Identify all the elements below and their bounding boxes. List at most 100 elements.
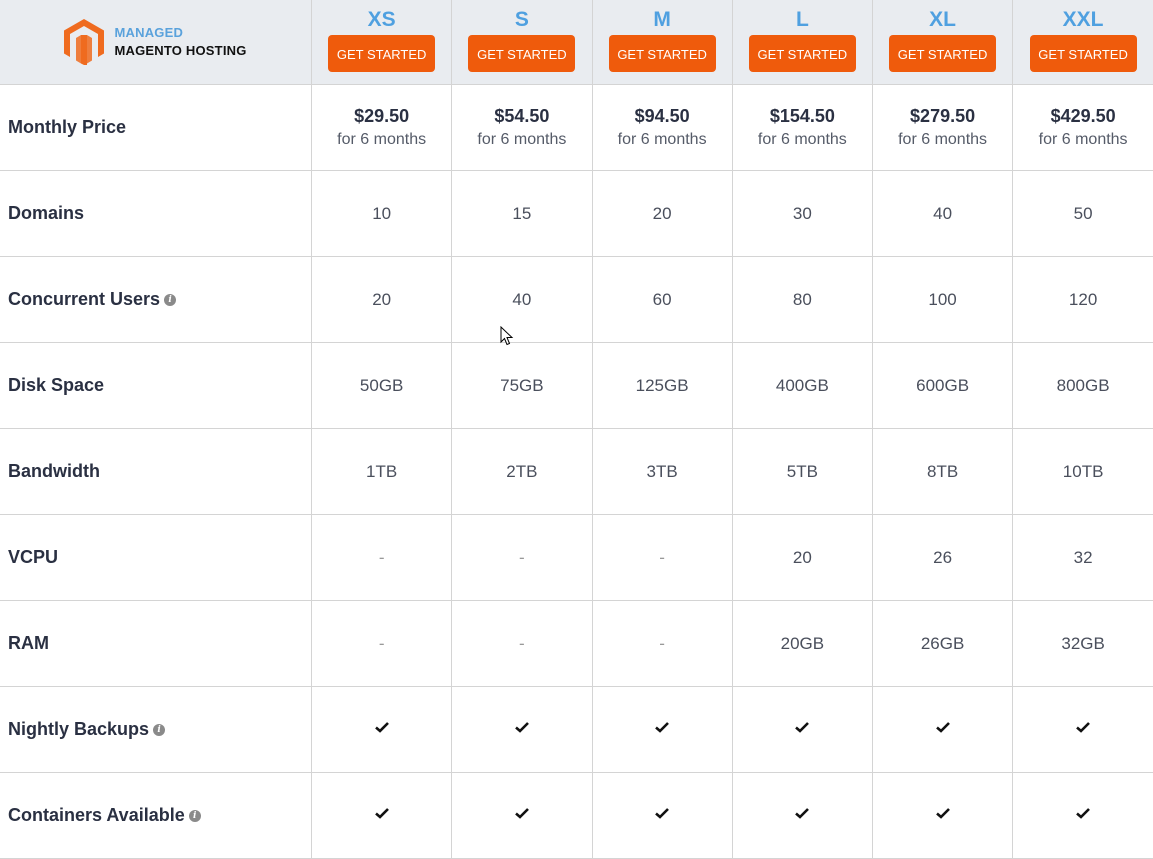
cell-ram-xs: - (311, 600, 453, 687)
cell-containers-s (451, 772, 593, 859)
cell-value: 40 (512, 289, 532, 309)
cell-vcpu-l: 20 (732, 514, 873, 601)
cell-value: 2TB (506, 461, 538, 481)
cell-backups-xl (872, 686, 1014, 773)
row-label-cell: Domains (0, 170, 313, 257)
cell-value: - (659, 547, 665, 567)
table-row-vcpu: VCPU - - - 20 26 32 (0, 514, 1153, 601)
magento-logo-icon (64, 19, 105, 65)
check-icon (935, 808, 950, 819)
cell-price-s: $54.50 for 6 months (451, 84, 593, 171)
cell-value: 120 (1068, 289, 1098, 309)
check-icon (515, 808, 529, 819)
row-label: Concurrent Users (8, 289, 161, 309)
brand-logo[interactable]: MANAGED MAGENTO HOSTING (0, 19, 311, 65)
info-icon[interactable]: i (153, 724, 166, 737)
cell-disk-m: 125GB (592, 342, 733, 429)
cell-backups-s (451, 686, 593, 773)
cell-ram-s: - (451, 600, 593, 687)
brand-line1: MANAGED (114, 25, 184, 40)
cell-bandwidth-m: 3TB (592, 428, 733, 515)
row-label-cell: Concurrent Users i (0, 256, 313, 343)
cell-price-l: $154.50 for 6 months (732, 84, 873, 171)
cell-domains-l: 30 (732, 170, 873, 257)
plan-name: XS (367, 8, 396, 31)
row-label: Monthly Price (8, 117, 127, 137)
cell-vcpu-m: - (592, 514, 733, 601)
check-icon (795, 808, 810, 819)
cell-value: 10TB (1062, 461, 1104, 481)
cell-vcpu-xl: 26 (872, 514, 1014, 601)
brand-line2: MAGENTO HOSTING (114, 43, 247, 58)
table-row-ram: RAM - - - 20GB 26GB 32GB (0, 600, 1153, 687)
cell-backups-xs (311, 686, 453, 773)
cell-users-xxl: 120 (1012, 256, 1153, 343)
cell-price-xs: $29.50 for 6 months (311, 84, 453, 171)
cell-users-l: 80 (732, 256, 873, 343)
cell-value: - (519, 633, 525, 653)
cell-users-m: 60 (592, 256, 733, 343)
cell-price-xl: $279.50 for 6 months (872, 84, 1014, 171)
row-label: Containers Available (8, 805, 185, 825)
table-row-backups: Nightly Backups i (0, 686, 1153, 773)
cell-value: 10 (372, 203, 392, 223)
cell-value: 125GB (635, 375, 689, 395)
table-row-price: Monthly Price $29.50 for 6 months $54.50 for… (0, 84, 1153, 171)
cell-value: 100 (928, 289, 957, 309)
price-value: $429.50 (1050, 106, 1116, 126)
get-started-button-xxl[interactable]: GET STARTED (1029, 35, 1137, 72)
check-icon (515, 722, 529, 733)
cell-ram-l: 20GB (732, 600, 873, 687)
price-period: for 6 months (1038, 131, 1128, 148)
row-label-cell: RAM (0, 600, 313, 687)
cell-vcpu-s: - (451, 514, 593, 601)
cell-value: 40 (933, 203, 953, 223)
cell-value: 75GB (500, 375, 544, 395)
price-period: for 6 months (898, 131, 988, 148)
cell-value: - (659, 633, 665, 653)
cell-value: - (519, 547, 525, 567)
get-started-button-xl[interactable]: GET STARTED (889, 35, 997, 72)
cell-value: 32GB (1061, 633, 1105, 653)
get-started-button-m[interactable]: GET STARTED (608, 35, 716, 72)
cell-value: 400GB (775, 375, 829, 395)
plan-name: L (795, 8, 809, 31)
cell-containers-xs (311, 772, 453, 859)
cell-disk-s: 75GB (451, 342, 593, 429)
plan-header-xl: XL GET STARTED (872, 0, 1014, 85)
cell-users-s: 40 (451, 256, 593, 343)
cell-domains-xs: 10 (311, 170, 453, 257)
cell-ram-xxl: 32GB (1012, 600, 1153, 687)
cell-backups-l (732, 686, 873, 773)
cell-bandwidth-xl: 8TB (872, 428, 1014, 515)
cell-value: 15 (512, 203, 532, 223)
row-label: Nightly Backups (8, 719, 150, 739)
cell-vcpu-xxl: 32 (1012, 514, 1153, 601)
get-started-button-l[interactable]: GET STARTED (748, 35, 856, 72)
price-period: for 6 months (617, 131, 707, 148)
cell-users-xs: 20 (311, 256, 453, 343)
info-icon[interactable]: i (188, 810, 201, 823)
cell-value: 800GB (1056, 375, 1110, 395)
cell-value: 5TB (786, 461, 818, 481)
table-row-disk: Disk Space 50GB 75GB 125GB 400GB 600GB 800GB (0, 342, 1153, 429)
price-value: $29.50 (354, 106, 410, 126)
cell-value: 600GB (916, 375, 970, 395)
cell-disk-l: 400GB (732, 342, 873, 429)
cell-value: 20 (652, 203, 672, 223)
cell-value: 3TB (646, 461, 678, 481)
cell-containers-m (592, 772, 733, 859)
cell-value: - (378, 633, 385, 653)
table-row-bandwidth: Bandwidth 1TB 2TB 3TB 5TB 8TB 10TB (0, 428, 1153, 515)
get-started-button-s[interactable]: GET STARTED (468, 35, 576, 72)
cell-bandwidth-s: 2TB (451, 428, 593, 515)
brand-cell: MANAGED MAGENTO HOSTING (0, 0, 313, 85)
row-label-cell: Nightly Backups i (0, 686, 313, 773)
get-started-button-xs[interactable]: GET STARTED (328, 35, 436, 72)
cell-domains-xxl: 50 (1012, 170, 1153, 257)
cell-value: 30 (792, 203, 812, 223)
cell-value: 26GB (920, 633, 965, 653)
cell-domains-xl: 40 (872, 170, 1014, 257)
info-icon[interactable]: i (164, 294, 177, 307)
check-icon (1076, 808, 1091, 819)
